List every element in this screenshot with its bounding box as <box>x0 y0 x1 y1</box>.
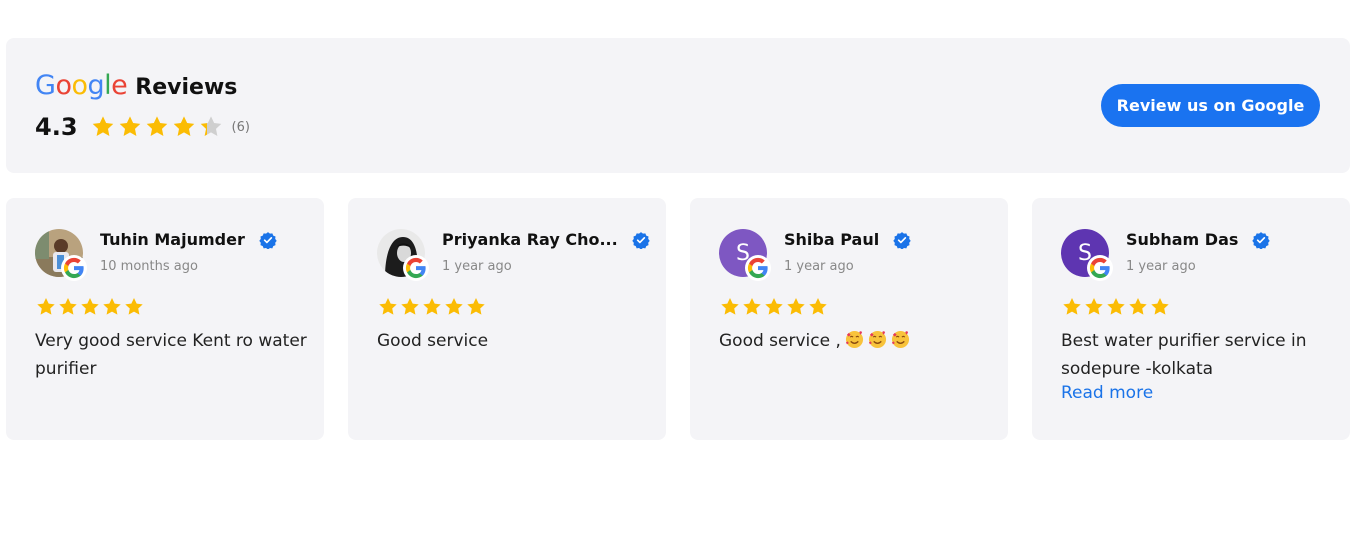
rating-value: 4.3 <box>35 113 78 141</box>
review-us-on-google-button[interactable]: Review us on Google <box>1101 84 1320 127</box>
avatar[interactable]: S <box>1061 229 1113 281</box>
star-icon <box>423 298 441 315</box>
review-text: Very good service Kent ro water purifier <box>35 331 307 379</box>
star-icon <box>743 298 761 315</box>
smiling-face-with-hearts-icon <box>845 330 863 349</box>
avatar[interactable] <box>35 229 87 281</box>
reviewer-name[interactable]: Tuhin Majumder <box>100 230 245 249</box>
reviewer-name[interactable]: Priyanka Ray Cho... <box>442 230 618 249</box>
google-g-icon <box>745 255 771 281</box>
star-icon <box>787 298 805 315</box>
star-icon <box>445 298 463 315</box>
verified-icon <box>625 231 650 249</box>
star-icon <box>119 116 140 136</box>
review-time: 1 year ago <box>1126 259 1196 274</box>
review-time: 10 months ago <box>100 259 198 274</box>
star-icon <box>59 298 77 315</box>
star-icon <box>1129 298 1147 315</box>
avatar[interactable] <box>377 229 429 281</box>
smiling-face-with-hearts-icon <box>891 330 909 349</box>
review-card: Tuhin Majumder 10 months ago Very good s… <box>6 198 324 440</box>
star-icon <box>809 298 827 315</box>
star-icon <box>173 116 194 136</box>
review-card: S Shiba Paul 1 year ago Good service , <box>690 198 1008 440</box>
review-stars <box>35 296 145 318</box>
star-icon <box>37 298 55 315</box>
verified-icon <box>252 231 277 249</box>
review-stars <box>1061 296 1171 318</box>
review-card: Priyanka Ray Cho... 1 year ago Good serv… <box>348 198 666 440</box>
star-icon <box>401 298 419 315</box>
reviewer-name[interactable]: Shiba Paul <box>784 230 879 249</box>
review-stars <box>719 296 829 318</box>
star-icon <box>1063 298 1081 315</box>
google-g-icon <box>61 255 87 281</box>
star-icon <box>379 298 397 315</box>
reviewer-name[interactable]: Subham Das <box>1126 230 1238 249</box>
star-icon <box>200 116 221 136</box>
review-text: Good service <box>377 331 489 351</box>
review-text-content: Good service , <box>719 331 841 351</box>
read-more-link[interactable]: Read more <box>1061 383 1153 403</box>
rating-stars <box>90 114 224 140</box>
star-icon <box>146 116 167 136</box>
overall-rating: 4.3 (6) <box>35 113 250 141</box>
google-logo: Google <box>35 70 128 101</box>
verified-icon <box>1245 231 1271 249</box>
star-icon <box>81 298 99 315</box>
smiling-face-with-hearts-icon <box>868 330 886 349</box>
review-text: Good service , <box>719 327 991 355</box>
star-icon <box>765 298 783 315</box>
star-icon <box>92 116 113 136</box>
avatar[interactable]: S <box>719 229 771 281</box>
review-time: 1 year ago <box>784 259 854 274</box>
star-icon <box>1107 298 1125 315</box>
review-text: Best water purifier service in sodepure … <box>1061 331 1307 379</box>
star-icon <box>1151 298 1169 315</box>
brand: Google Reviews <box>35 70 237 101</box>
reviews-header: Google Reviews 4.3 (6) Review us on Goog… <box>6 38 1350 173</box>
google-g-icon <box>403 255 429 281</box>
review-time: 1 year ago <box>442 259 512 274</box>
review-stars <box>377 296 487 318</box>
review-count: (6) <box>231 119 250 135</box>
verified-icon <box>886 231 911 249</box>
star-icon <box>125 298 143 315</box>
star-icon <box>1085 298 1103 315</box>
star-icon <box>103 298 121 315</box>
google-g-icon <box>1087 255 1113 281</box>
star-icon <box>721 298 739 315</box>
reviews-title: Reviews <box>135 75 238 100</box>
review-card: S Subham Das 1 year ago Best water purif… <box>1032 198 1350 440</box>
star-icon <box>467 298 485 315</box>
